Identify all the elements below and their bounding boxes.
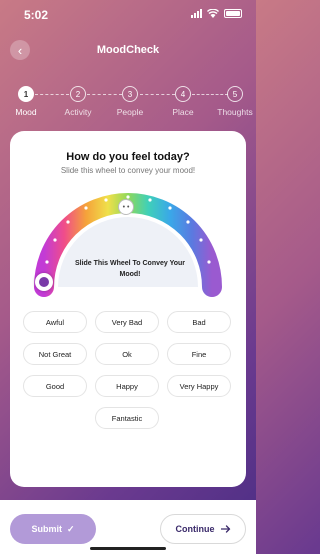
- arrow-right-icon: [220, 525, 230, 533]
- home-indicator: [90, 547, 166, 550]
- mood-option-bad[interactable]: Bad: [167, 311, 231, 333]
- status-bar: 5:02: [0, 0, 256, 28]
- mood-option-fine[interactable]: Fine: [167, 343, 231, 365]
- step-mood[interactable]: 1 Mood: [1, 86, 51, 117]
- mood-option-awful[interactable]: Awful: [23, 311, 87, 333]
- wheel-handle[interactable]: [35, 273, 53, 291]
- wifi-icon: [207, 9, 219, 18]
- neutral-face-icon: • •: [118, 199, 134, 215]
- mood-option-not-great[interactable]: Not Great: [23, 343, 87, 365]
- mood-option-ok[interactable]: Ok: [95, 343, 159, 365]
- status-time: 5:02: [24, 8, 49, 22]
- continue-button[interactable]: Continue: [160, 514, 246, 544]
- mood-option-good[interactable]: Good: [23, 375, 87, 397]
- checkmark-icon: ✓: [66, 523, 75, 534]
- header: ‹ MoodCheck: [0, 38, 256, 64]
- step-place[interactable]: 4 Place: [158, 86, 208, 117]
- mood-option-fantastic[interactable]: Fantastic: [95, 407, 159, 429]
- step-people[interactable]: 3 People: [105, 86, 155, 117]
- mood-option-very-bad[interactable]: Very Bad: [95, 311, 159, 333]
- mood-card: How do you feel today? Slide this wheel …: [10, 131, 246, 487]
- mood-option-happy[interactable]: Happy: [95, 375, 159, 397]
- wheel-label: Slide This Wheel To Convey Your Mood!: [74, 260, 186, 278]
- mood-option-very-happy[interactable]: Very Happy: [167, 375, 231, 397]
- battery-icon: [224, 9, 242, 18]
- step-activity[interactable]: 2 Activity: [53, 86, 103, 117]
- signal-icon: [191, 9, 202, 18]
- step-thoughts[interactable]: 5 Thoughts: [210, 86, 260, 117]
- submit-button[interactable]: Submit ✓: [10, 514, 96, 544]
- app-title: MoodCheck: [96, 44, 160, 56]
- progress-stepper: 1 Mood 2 Activity 3 People 4 Place 5 Tho…: [0, 86, 256, 120]
- card-title: How do you feel today?: [66, 151, 190, 163]
